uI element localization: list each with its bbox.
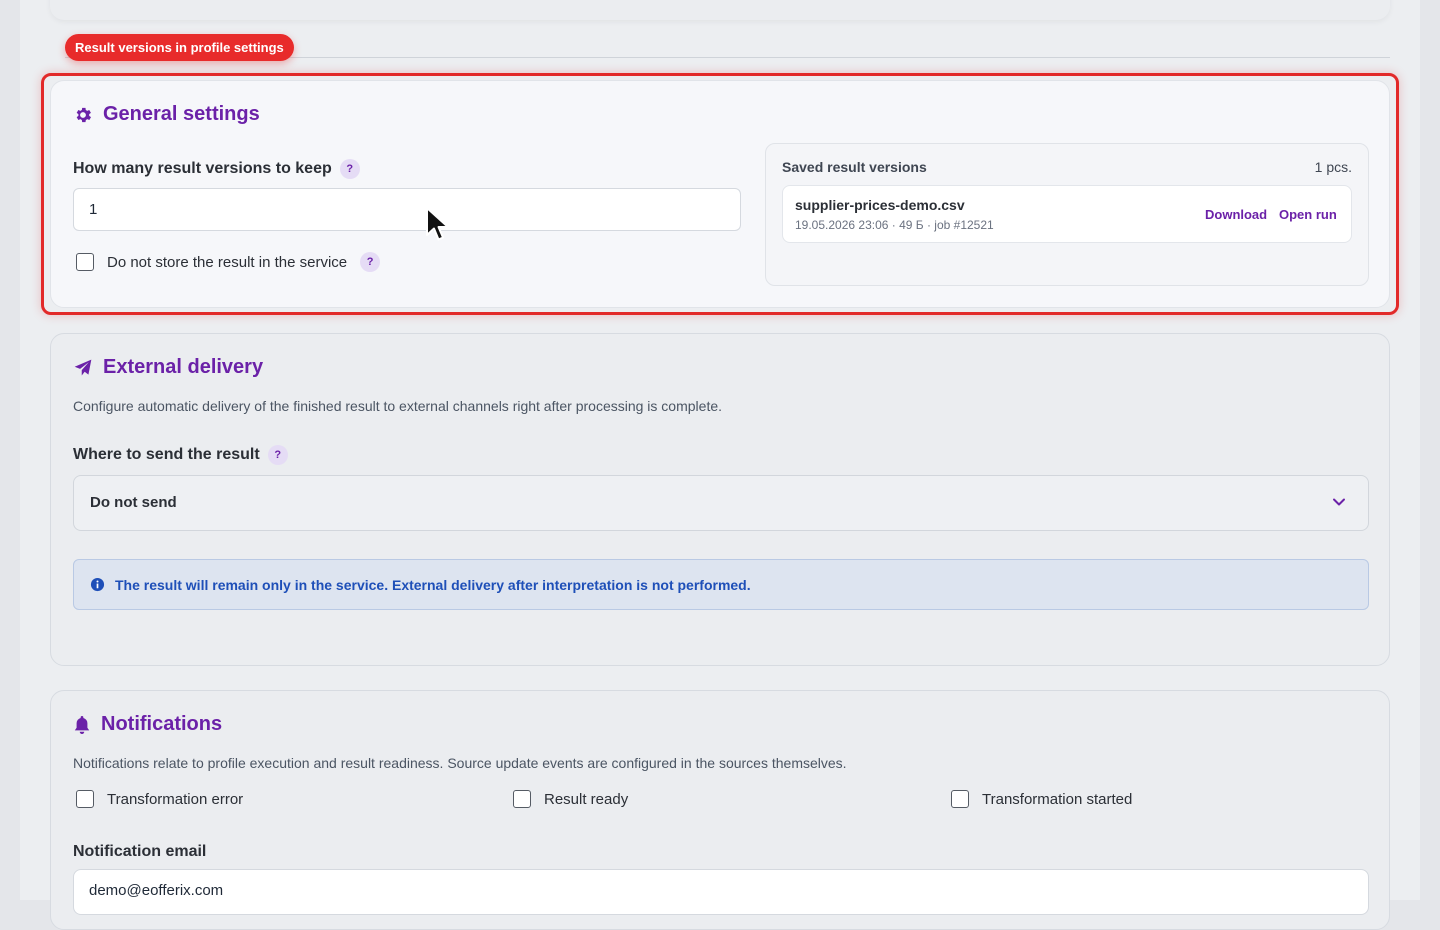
where-to-send-label-text: Where to send the result bbox=[73, 446, 260, 463]
external-delivery-card: External delivery Configure automatic de… bbox=[50, 333, 1390, 666]
notifications-description: Notifications relate to profile executio… bbox=[73, 755, 847, 771]
notify-result-ready-row[interactable]: Result ready bbox=[513, 790, 628, 808]
page: Result versions in profile settings Gene… bbox=[20, 0, 1420, 930]
notify-transformation-error-label: Transformation error bbox=[107, 790, 244, 808]
notification-email-input[interactable]: demo@eofferix.com bbox=[73, 869, 1369, 915]
help-icon[interactable]: ? bbox=[267, 445, 288, 465]
notify-result-ready-checkbox[interactable] bbox=[513, 790, 531, 808]
notify-transformation-started-row[interactable]: Transformation started bbox=[951, 790, 1132, 808]
notify-transformation-started-label: Transformation started bbox=[982, 790, 1133, 808]
notify-transformation-error-checkbox[interactable] bbox=[76, 790, 94, 808]
external-delivery-description: Configure automatic delivery of the fini… bbox=[73, 398, 723, 414]
mouse-cursor-icon bbox=[426, 207, 449, 241]
notifications-card: Notifications Notifications relate to pr… bbox=[50, 690, 1390, 930]
info-icon bbox=[90, 577, 105, 592]
delivery-target-value: Do not send bbox=[90, 494, 177, 511]
notify-transformation-error-row[interactable]: Transformation error bbox=[76, 790, 243, 808]
notify-transformation-started-checkbox[interactable] bbox=[951, 790, 969, 808]
highlight-frame bbox=[41, 73, 1399, 315]
notify-result-ready-label: Result ready bbox=[544, 790, 629, 808]
delivery-info-text: The result will remain only in the servi… bbox=[115, 576, 751, 593]
notifications-title-text: Notifications bbox=[101, 713, 223, 735]
external-delivery-title-text: External delivery bbox=[103, 356, 264, 378]
notifications-title: Notifications bbox=[73, 713, 222, 736]
delivery-target-select[interactable]: Do not send bbox=[73, 475, 1369, 531]
notification-email-label: Notification email bbox=[73, 843, 207, 860]
previous-card-edge bbox=[50, 0, 1390, 20]
annotation-tag: Result versions in profile settings bbox=[65, 34, 294, 61]
chevron-down-icon bbox=[1333, 498, 1345, 506]
paper-plane-icon bbox=[74, 359, 92, 375]
bell-icon bbox=[74, 715, 90, 734]
where-to-send-label: Where to send the result ? bbox=[73, 445, 288, 465]
delivery-info-alert: The result will remain only in the servi… bbox=[73, 559, 1369, 610]
external-delivery-title: External delivery bbox=[73, 356, 263, 379]
